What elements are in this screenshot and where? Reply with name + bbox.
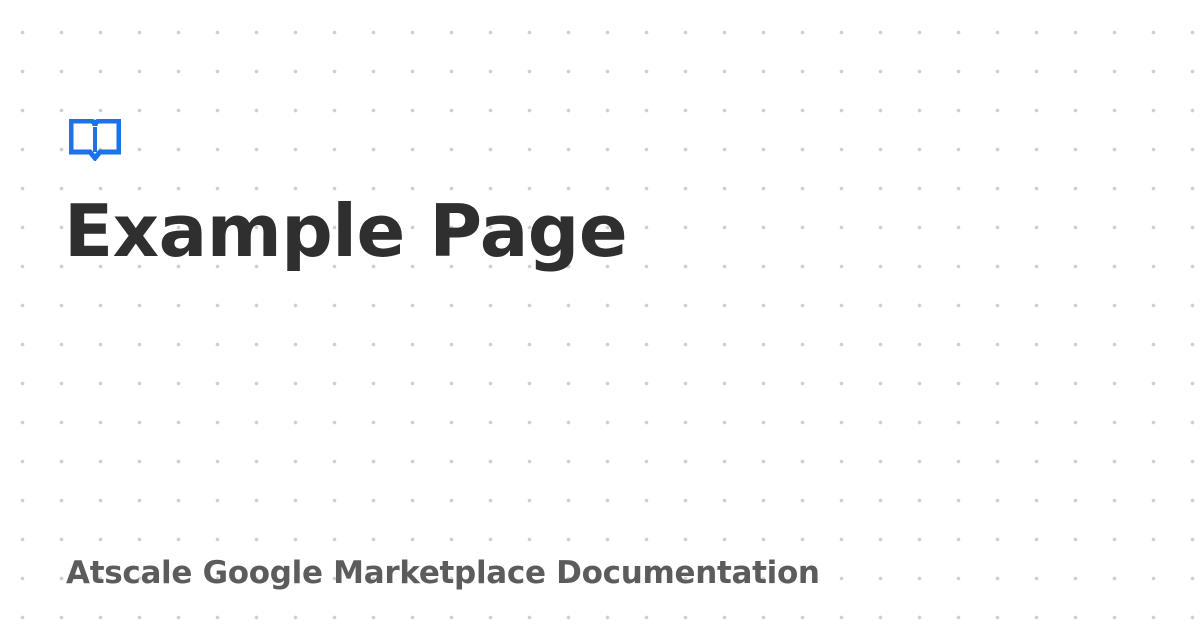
page-title: Example Page — [64, 189, 628, 273]
site-name: Atscale Google Marketplace Documentation — [66, 555, 820, 591]
book-logo-icon — [68, 118, 122, 162]
social-preview-card: Example Page Atscale Google Marketplace … — [0, 0, 1200, 630]
